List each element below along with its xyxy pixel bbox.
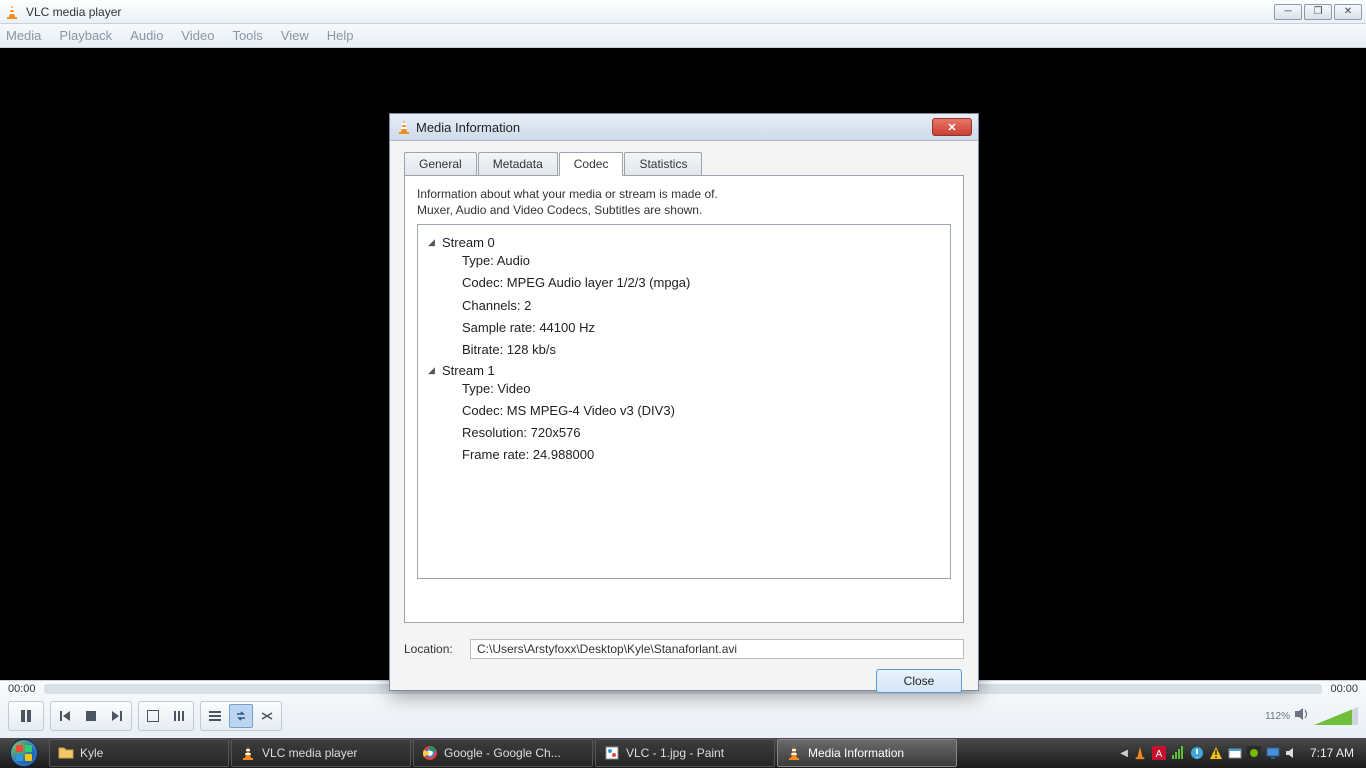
tray-monitor-icon[interactable] <box>1266 746 1280 760</box>
prev-button[interactable] <box>53 704 77 728</box>
codec-description: Information about what your media or str… <box>417 186 951 218</box>
tab-general[interactable]: General <box>404 152 477 176</box>
close-button[interactable]: Close <box>876 669 962 693</box>
playlist-button[interactable] <box>203 704 227 728</box>
play-pause-button[interactable] <box>11 704 41 728</box>
menu-tools[interactable]: Tools <box>232 28 262 43</box>
dialog-titlebar[interactable]: Media Information ✕ <box>390 114 978 141</box>
taskbar-item[interactable]: VLC - 1.jpg - Paint <box>595 739 775 767</box>
minimize-button[interactable]: ─ <box>1274 4 1302 20</box>
paint-icon <box>604 745 620 761</box>
time-total: 00:00 <box>1330 683 1358 695</box>
stream-detail-row[interactable]: Type: Video <box>462 378 940 400</box>
stream-detail-row[interactable]: Resolution: 720x576 <box>462 422 940 444</box>
tray-expand-icon[interactable]: ◀ <box>1120 748 1128 759</box>
tab-statistics[interactable]: Statistics <box>624 152 702 176</box>
codec-tree[interactable]: ◢Stream 0Type: AudioCodec: MPEG Audio la… <box>417 224 951 579</box>
svg-text:A: A <box>1156 749 1163 760</box>
stream-detail-row[interactable]: Frame rate: 24.988000 <box>462 444 940 466</box>
tray-alert-icon[interactable] <box>1209 746 1223 760</box>
fullscreen-button[interactable] <box>141 704 165 728</box>
menu-media[interactable]: Media <box>6 28 41 43</box>
tray-action-icon[interactable] <box>1228 746 1242 760</box>
stream-detail-row[interactable]: Codec: MS MPEG-4 Video v3 (DIV3) <box>462 400 940 422</box>
stream-header[interactable]: ◢Stream 1 <box>428 363 940 378</box>
menu-video[interactable]: Video <box>181 28 214 43</box>
window-title: VLC media player <box>26 5 1274 19</box>
close-window-button[interactable]: ✕ <box>1334 4 1362 20</box>
menu-help[interactable]: Help <box>327 28 354 43</box>
shuffle-button[interactable] <box>255 704 279 728</box>
stream-detail-row[interactable]: Codec: MPEG Audio layer 1/2/3 (mpga) <box>462 272 940 294</box>
volume-percent: 112% <box>1265 711 1290 722</box>
stream-header[interactable]: ◢Stream 0 <box>428 235 940 250</box>
dialog-title: Media Information <box>416 120 932 135</box>
stop-button[interactable] <box>79 704 103 728</box>
taskbar-item[interactable]: Google - Google Ch... <box>413 739 593 767</box>
tab-metadata[interactable]: Metadata <box>478 152 558 176</box>
location-label: Location: <box>404 642 458 656</box>
vlc-icon <box>786 745 802 761</box>
taskbar-item[interactable]: Kyle <box>49 739 229 767</box>
menu-view[interactable]: View <box>281 28 309 43</box>
menu-audio[interactable]: Audio <box>130 28 163 43</box>
taskbar-clock[interactable]: 7:17 AM <box>1304 746 1360 760</box>
tray-network-icon[interactable] <box>1171 746 1185 760</box>
caret-down-icon: ◢ <box>428 365 438 376</box>
taskbar: KyleVLC media playerGoogle - Google Ch..… <box>0 738 1366 768</box>
tray-volume-icon[interactable] <box>1285 746 1299 760</box>
speaker-icon[interactable] <box>1294 706 1310 727</box>
taskbar-item[interactable]: VLC media player <box>231 739 411 767</box>
stream-detail-row[interactable]: Sample rate: 44100 Hz <box>462 317 940 339</box>
tab-codec[interactable]: Codec <box>559 152 624 176</box>
location-input[interactable] <box>470 639 964 659</box>
stream-detail-row[interactable]: Channels: 2 <box>462 295 940 317</box>
menu-playback[interactable]: Playback <box>59 28 112 43</box>
folder-icon <box>58 745 74 761</box>
tray-adobe-icon[interactable]: A <box>1152 746 1166 760</box>
titlebar[interactable]: VLC media player ─ ❐ ✕ <box>0 0 1366 24</box>
vlc-icon <box>240 745 256 761</box>
stream-detail-row[interactable]: Type: Audio <box>462 250 940 272</box>
volume-slider[interactable] <box>1314 707 1358 725</box>
menubar: Media Playback Audio Video Tools View He… <box>0 24 1366 48</box>
caret-down-icon: ◢ <box>428 237 438 248</box>
vlc-cone-icon <box>396 119 412 135</box>
ext-settings-button[interactable] <box>167 704 191 728</box>
dialog-close-x-button[interactable]: ✕ <box>932 118 972 136</box>
tray-update-icon[interactable] <box>1190 746 1204 760</box>
taskbar-item[interactable]: Media Information <box>777 739 957 767</box>
maximize-button[interactable]: ❐ <box>1304 4 1332 20</box>
tray-nvidia-icon[interactable] <box>1247 746 1261 760</box>
codec-panel: Information about what your media or str… <box>404 175 964 623</box>
start-button[interactable] <box>0 738 48 768</box>
dialog-tabs: General Metadata Codec Statistics <box>390 141 978 175</box>
stream-detail-row[interactable]: Bitrate: 128 kb/s <box>462 339 940 361</box>
system-tray[interactable]: ◀ A 7:17 AM <box>1114 746 1366 760</box>
vlc-cone-icon <box>4 4 26 20</box>
time-elapsed: 00:00 <box>8 683 36 695</box>
loop-button[interactable] <box>229 704 253 728</box>
next-button[interactable] <box>105 704 129 728</box>
media-information-dialog: Media Information ✕ General Metadata Cod… <box>389 113 979 691</box>
tray-vlc-icon[interactable] <box>1133 746 1147 760</box>
chrome-icon <box>422 745 438 761</box>
